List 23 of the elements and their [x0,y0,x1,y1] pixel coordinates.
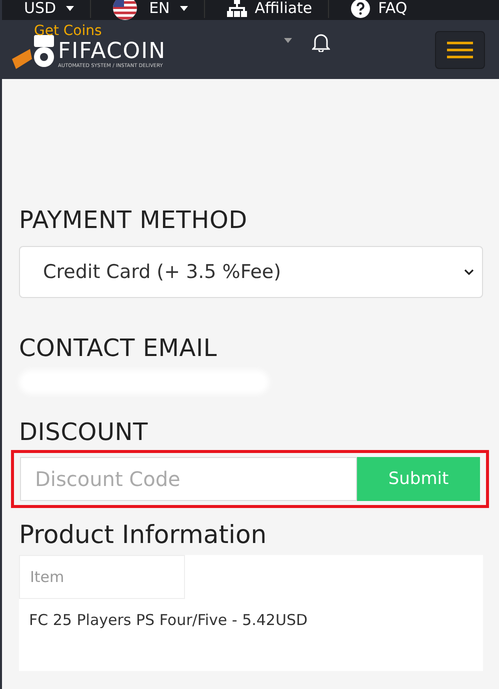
flag-icon [113,0,138,20]
menu-button[interactable] [435,30,485,68]
sitemap-icon [226,0,247,17]
caret-icon [66,6,74,10]
get-coins-link[interactable]: Get Coins [34,22,102,38]
bell-icon[interactable] [312,32,330,52]
menu-icon [447,40,473,58]
language-selector[interactable]: EN [113,0,204,20]
section-heading: DISCOUNT [19,418,150,446]
currency-selector[interactable]: USD [24,0,90,17]
section-heading: PAYMENT METHOD [19,206,248,234]
table-header: Item [19,555,185,599]
discount-code-field[interactable]: Discount Code [20,457,357,501]
payment-method-select[interactable]: Credit Card (+ 3.5 %Fee) [19,246,483,298]
faq-link[interactable]: FAQ [351,0,424,18]
logo-name: FIFACOIN [58,40,166,62]
section-heading: CONTACT EMAIL [19,334,218,362]
table-cell-text: FC 25 Players PS Four/Five - 5.42USD [28,610,309,631]
caret-icon [180,6,188,10]
affiliate-link[interactable]: Affiliate [226,0,328,17]
chevron-icon [464,269,474,275]
caret-icon[interactable] [284,38,292,43]
section-heading: Product Information [19,520,268,549]
